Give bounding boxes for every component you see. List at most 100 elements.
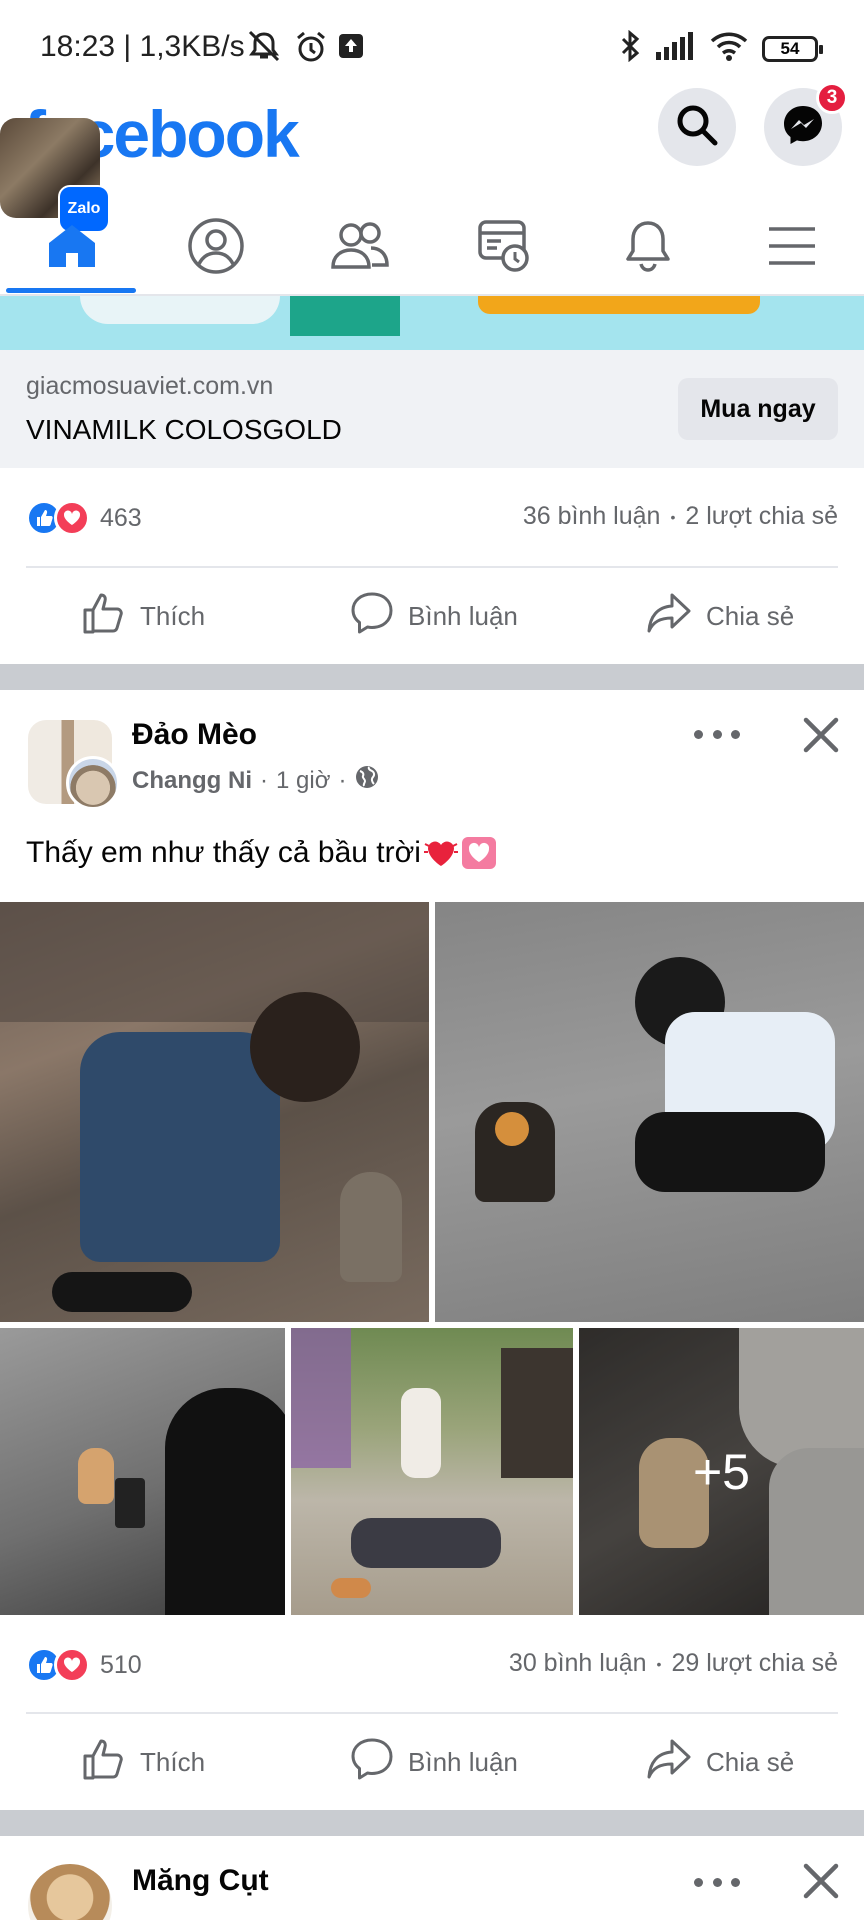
ad-image[interactable] xyxy=(0,296,864,350)
messenger-icon xyxy=(781,103,825,152)
separator-dot: · xyxy=(338,766,347,794)
ad-comment-count[interactable]: 36 bình luận xyxy=(523,502,661,531)
profile-icon xyxy=(187,217,245,280)
more-options-button[interactable] xyxy=(694,1872,740,1892)
signal-icon xyxy=(656,32,696,65)
like-label: Thích xyxy=(140,1746,206,1777)
love-reaction-icon xyxy=(54,500,90,536)
dot-icon xyxy=(694,1877,703,1887)
comment-button[interactable]: Bình luận xyxy=(350,568,518,664)
post2-avatar[interactable] xyxy=(28,1864,120,1920)
ad-reactions[interactable]: 463 xyxy=(26,500,142,536)
separator-dot: • xyxy=(656,1655,662,1672)
post2-group-name[interactable]: Măng Cụt xyxy=(132,1864,269,1898)
messenger-button[interactable]: 3 xyxy=(764,82,848,166)
post-photo-5[interactable]: +5 xyxy=(579,1328,864,1615)
menu-icon xyxy=(767,225,817,272)
dot-icon xyxy=(712,1877,722,1887)
share-button[interactable]: Chia sẻ xyxy=(646,568,794,664)
share-button[interactable]: Chia sẻ xyxy=(646,1714,794,1810)
more-options-button[interactable] xyxy=(694,724,740,744)
status-bar: 18:23 | 1,3KB/s 54 xyxy=(0,0,864,96)
ad-domain: giacmosuaviet.com.vn xyxy=(26,372,274,400)
beating-heart-icon xyxy=(423,836,459,870)
upload-icon xyxy=(338,33,364,64)
share-label: Chia sẻ xyxy=(706,1746,795,1777)
comment-label: Bình luận xyxy=(408,1746,518,1777)
hide-post-button[interactable] xyxy=(802,1862,840,1900)
post1-reaction-count: 510 xyxy=(100,1650,142,1679)
like-button[interactable]: Thích xyxy=(82,568,205,664)
battery-indicator: 54 xyxy=(762,35,823,62)
comment-button[interactable]: Bình luận xyxy=(350,1714,518,1810)
ad-image-product xyxy=(80,296,280,324)
post-time[interactable]: 1 giờ xyxy=(276,767,330,795)
mute-icon xyxy=(246,30,282,67)
post-text: Thấy em như thấy cả bầu trời xyxy=(26,836,497,870)
ad-action-bar: Thích Bình luận Chia sẻ xyxy=(0,568,864,664)
friends-icon xyxy=(330,221,390,276)
comment-label: Bình luận xyxy=(408,600,518,631)
wifi-icon xyxy=(710,31,748,66)
globe-icon xyxy=(354,764,380,797)
feeds-icon xyxy=(477,219,531,278)
ad-image-button-graphic xyxy=(478,296,760,314)
post1-comment-count[interactable]: 30 bình luận xyxy=(509,1649,647,1678)
close-icon xyxy=(802,717,840,758)
hide-post-button[interactable] xyxy=(802,716,840,754)
post1-reactions[interactable]: 510 xyxy=(26,1647,142,1683)
tab-home[interactable] xyxy=(0,200,144,296)
post-photo-4[interactable] xyxy=(291,1328,573,1615)
author-avatar[interactable] xyxy=(66,756,120,810)
tab-menu[interactable] xyxy=(720,200,864,296)
more-photos-overlay[interactable]: +5 xyxy=(579,1328,864,1615)
love-reaction-icon xyxy=(54,1647,90,1683)
comment-icon xyxy=(350,1737,394,1788)
group-name[interactable]: Đảo Mèo xyxy=(132,718,257,752)
share-icon xyxy=(646,592,692,641)
alarm-icon xyxy=(294,30,328,69)
bluetooth-icon xyxy=(618,29,642,67)
post-meta: Changg Ni · 1 giờ · xyxy=(132,764,380,797)
buy-now-button[interactable]: Mua ngay xyxy=(678,378,838,440)
post-photo-3[interactable] xyxy=(0,1328,285,1615)
search-button[interactable] xyxy=(658,88,736,166)
group-avatar[interactable] xyxy=(28,720,120,812)
dot-icon xyxy=(694,729,703,739)
messenger-badge: 3 xyxy=(816,82,848,114)
tab-notifications[interactable] xyxy=(576,200,720,296)
post-photo-1[interactable] xyxy=(0,902,429,1322)
post1-stats[interactable]: 30 bình luận • 29 lượt chia sẻ xyxy=(509,1649,838,1678)
like-button[interactable]: Thích xyxy=(82,1714,205,1810)
comment-icon xyxy=(350,591,394,642)
active-tab-indicator xyxy=(6,288,136,293)
ad-share-count[interactable]: 2 lượt chia sẻ xyxy=(685,502,838,531)
post1-action-bar: Thích Bình luận Chia sẻ xyxy=(0,1714,864,1810)
tab-feeds[interactable] xyxy=(432,200,576,296)
post2-avatar-image xyxy=(28,1864,112,1920)
post-photo-2[interactable] xyxy=(435,902,864,1322)
thumbs-up-icon xyxy=(82,591,126,642)
dot-icon xyxy=(731,1877,740,1887)
ad-stats[interactable]: 36 bình luận • 2 lượt chia sẻ xyxy=(523,502,838,531)
main-nav xyxy=(0,200,864,296)
home-icon xyxy=(47,223,97,274)
share-label: Chia sẻ xyxy=(706,600,795,631)
separator-dot: • xyxy=(670,508,676,525)
post-author[interactable]: Changg Ni xyxy=(132,767,252,795)
thumbs-up-icon xyxy=(82,1737,126,1788)
ad-image-box xyxy=(290,296,400,336)
post1-share-count[interactable]: 29 lượt chia sẻ xyxy=(671,1649,838,1678)
separator-dot: · xyxy=(260,766,268,794)
search-icon xyxy=(675,103,719,152)
dot-icon xyxy=(712,729,722,739)
post-text-body: Thấy em như thấy cả bầu trời xyxy=(26,836,421,869)
ad-title: VINAMILK COLOSGOLD xyxy=(26,414,342,445)
tab-friends[interactable] xyxy=(288,200,432,296)
tab-profile[interactable] xyxy=(144,200,288,296)
close-icon xyxy=(802,1863,840,1904)
post-separator xyxy=(0,664,864,690)
post-separator xyxy=(0,1810,864,1836)
bell-icon xyxy=(623,219,673,278)
heart-box-icon xyxy=(461,836,497,870)
